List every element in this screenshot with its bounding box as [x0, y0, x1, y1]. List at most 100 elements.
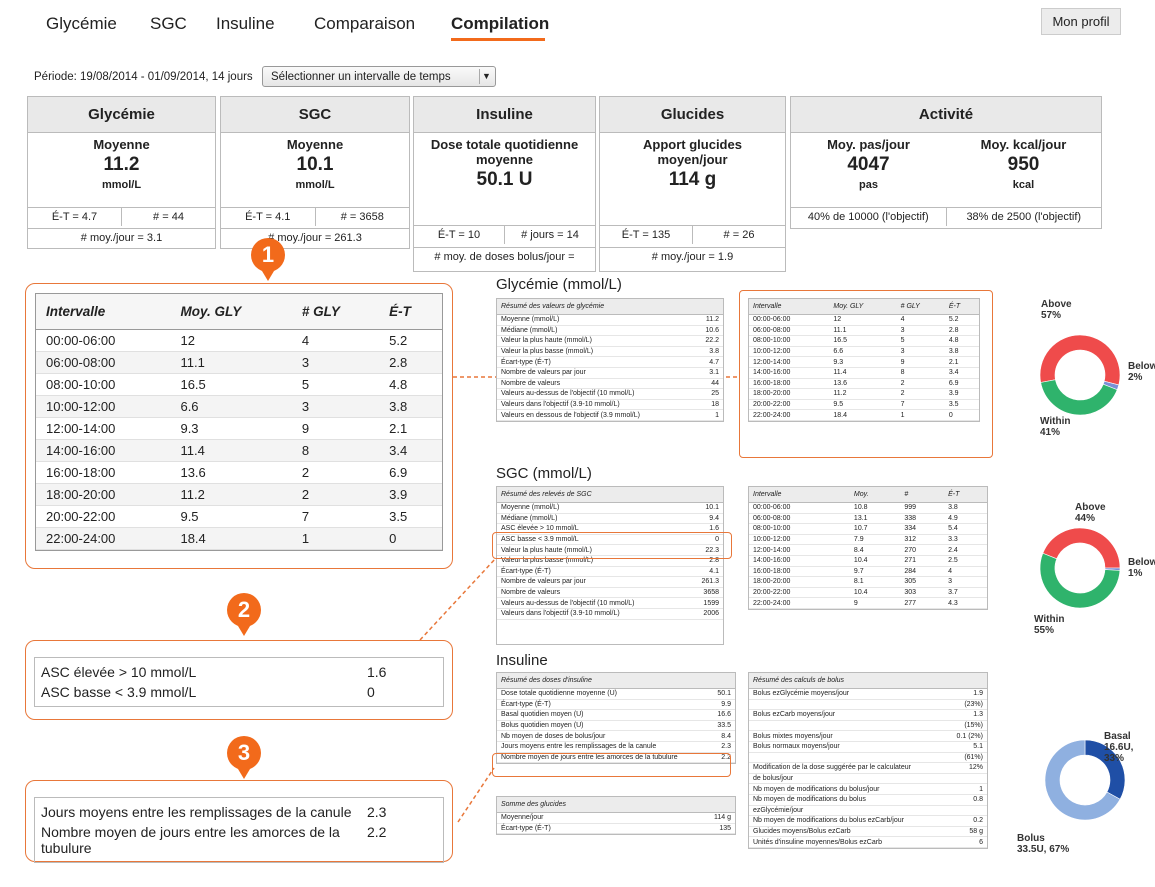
- column-header: Moy.: [849, 487, 901, 503]
- table-cell: Nb moyen de modifications du bolus/jour: [749, 783, 947, 795]
- table-cell: 2006: [688, 608, 723, 620]
- table-row: (15%): [749, 720, 987, 732]
- table-cell: 58 g: [946, 826, 987, 838]
- table-cell: Jours moyens entre les remplissages de l…: [497, 741, 711, 753]
- table-cell: 8.4: [849, 544, 901, 556]
- column-header: Intervalle: [749, 487, 850, 503]
- table-cell: Médiane (mmol/L): [497, 513, 689, 525]
- donut-label: Above: [1075, 502, 1106, 513]
- table-cell: Valeurs dans l'objectif (3.9-10 mmol/L): [497, 399, 694, 411]
- table-cell: 3.1: [694, 367, 723, 379]
- table-row: Médiane (mmol/L) 10.6: [497, 325, 723, 337]
- table-row: Bolus quotidien moyen (U) 33.5: [497, 720, 735, 732]
- donut-label: Bolus: [1017, 833, 1045, 844]
- highlight-canule: [492, 753, 731, 777]
- section-title-insuline: Insuline: [496, 652, 548, 669]
- donut-pct: 55%: [1034, 625, 1055, 636]
- table-cell: 22.2: [694, 335, 723, 347]
- table-header: Résumé des relevés de SGC: [497, 487, 723, 503]
- table-row: Modification de la dose suggérée par le …: [749, 762, 987, 774]
- table-cell: 16.6: [710, 709, 735, 721]
- table-cell: 10.4: [849, 587, 901, 599]
- table-cell: 277: [900, 597, 945, 609]
- table-cell: Unités d'insuline moyennes/Bolus ezCarb: [749, 836, 947, 848]
- table-cell: 10.6: [694, 325, 723, 337]
- table-cell: 261.3: [688, 576, 723, 588]
- table-cell: 2.4: [944, 544, 987, 556]
- table-cell: 4.9: [944, 513, 987, 525]
- table-cell: 10:00-12:00: [749, 534, 850, 546]
- table-row: ezGlycémie/jour: [749, 805, 987, 817]
- table-cell: 8.1: [849, 576, 901, 588]
- table-row: Valeur la plus haute (mmol/L) 22.2: [497, 335, 723, 347]
- table-cell: [946, 805, 987, 817]
- table-row: Nombre de valeurs par jour 3.1: [497, 367, 723, 379]
- table-cell: Nombre de valeurs: [497, 587, 689, 599]
- table-cell: 2.3: [710, 741, 735, 753]
- table-cell: (23%): [946, 699, 987, 711]
- slice-within: [1040, 379, 1118, 416]
- table-cell: 13.1: [849, 513, 901, 525]
- section-title-sgc: SGC (mmol/L): [496, 465, 592, 482]
- table-cell: 1.9: [946, 688, 987, 700]
- table-row: Écart-type (É-T) 9.9: [497, 699, 735, 711]
- table-cell: Nombre de valeurs par jour: [497, 576, 689, 588]
- table-cell: Écart-type (É-T): [497, 823, 664, 835]
- table-row: 06:00-08:00 13.1 338 4.9: [749, 513, 987, 525]
- table-row: Moyenne (mmol/L) 11.2: [497, 314, 723, 326]
- table-row: 16:00-18:00 9.7 284 4: [749, 566, 987, 578]
- table-cell: 44: [694, 378, 723, 390]
- table-row: Unités d'insuline moyennes/Bolus ezCarb 6: [749, 836, 987, 848]
- table-cell: 9.7: [849, 566, 901, 578]
- table-cell: 0.1 (2%): [946, 730, 987, 742]
- donut-pct: 2%: [1128, 372, 1143, 383]
- table-cell: Moyenne (mmol/L): [497, 314, 694, 326]
- donut-label: Below: [1128, 557, 1155, 568]
- table-cell: Écart-type (É-T): [497, 356, 694, 368]
- table-cell: [749, 699, 947, 711]
- table-row: Valeurs en dessous de l'objectif (3.9 mm…: [497, 409, 723, 421]
- donut-pct: 16.6U, 33%: [1104, 742, 1134, 764]
- table-row: Bolus ezCarb moyens/jour 1.3: [749, 709, 987, 721]
- table-cell: de bolus/jour: [749, 773, 947, 785]
- table-cell: Bolus normaux moyens/jour: [749, 741, 947, 753]
- donut-pct: 57%: [1041, 310, 1062, 321]
- table-cell: 7.9: [849, 534, 901, 546]
- donut-label: Within: [1034, 614, 1065, 625]
- table-row: Valeurs au-dessus de l'objectif (10 mmol…: [497, 388, 723, 400]
- table-cell: Modification de la dose suggérée par le …: [749, 762, 947, 774]
- table-row: Nb moyen de doses de bolus/jour 8.4: [497, 730, 735, 742]
- table-cell: Écart-type (É-T): [497, 699, 711, 711]
- table-row: Écart-type (É-T) 135: [497, 823, 735, 835]
- table-row: Moyenne/jour 114 g: [497, 812, 735, 824]
- table-cell: 271: [900, 555, 945, 567]
- table-row: 10:00-12:00 7.9 312 3.3: [749, 534, 987, 546]
- table-cell: 135: [663, 823, 735, 835]
- highlight-gly-intervals: [739, 290, 993, 458]
- sgc-interval-table: Intervalle Moy. # É-T 00:00-06:00 10.8 999 3.8 0…: [748, 486, 988, 610]
- table-row: Moyenne (mmol/L) 10.1: [497, 502, 723, 514]
- table-cell: Nombre de valeurs: [497, 378, 694, 390]
- table-row: Bolus mixtes moyens/jour 0.1 (2%): [749, 730, 987, 742]
- table-cell: [946, 773, 987, 785]
- table-row: Nb moyen de modifications du bolus ezCar…: [749, 815, 987, 827]
- table-cell: 5.4: [944, 523, 987, 535]
- table-cell: Nb moyen de modifications du bolus ezCar…: [749, 815, 947, 827]
- table-cell: 11.2: [694, 314, 723, 326]
- table-cell: 10.7: [849, 523, 901, 535]
- table-cell: 999: [900, 502, 945, 514]
- table-cell: 50.1: [710, 688, 735, 700]
- table-row: Nb moyen de modifications du bolus 0.8: [749, 794, 987, 806]
- table-cell: 08:00-10:00: [749, 523, 850, 535]
- donut-label: Basal: [1104, 731, 1131, 742]
- table-row: Valeurs au-dessus de l'objectif (10 mmol…: [497, 597, 723, 609]
- table-row: Nombre de valeurs 3658: [497, 587, 723, 599]
- table-cell: 4: [944, 566, 987, 578]
- table-row: Écart-type (É-T) 4.7: [497, 356, 723, 368]
- table-cell: (61%): [946, 752, 987, 764]
- table-row: Dose totale quotidienne moyenne (U) 50.1: [497, 688, 735, 700]
- table-cell: 5.1: [946, 741, 987, 753]
- bolus-calc-table: Résumé des calculs de bolus Bolus ezGlycé…: [748, 672, 988, 849]
- table-cell: Nb moyen de doses de bolus/jour: [497, 730, 711, 742]
- table-header: Résumé des calculs de bolus: [749, 673, 987, 689]
